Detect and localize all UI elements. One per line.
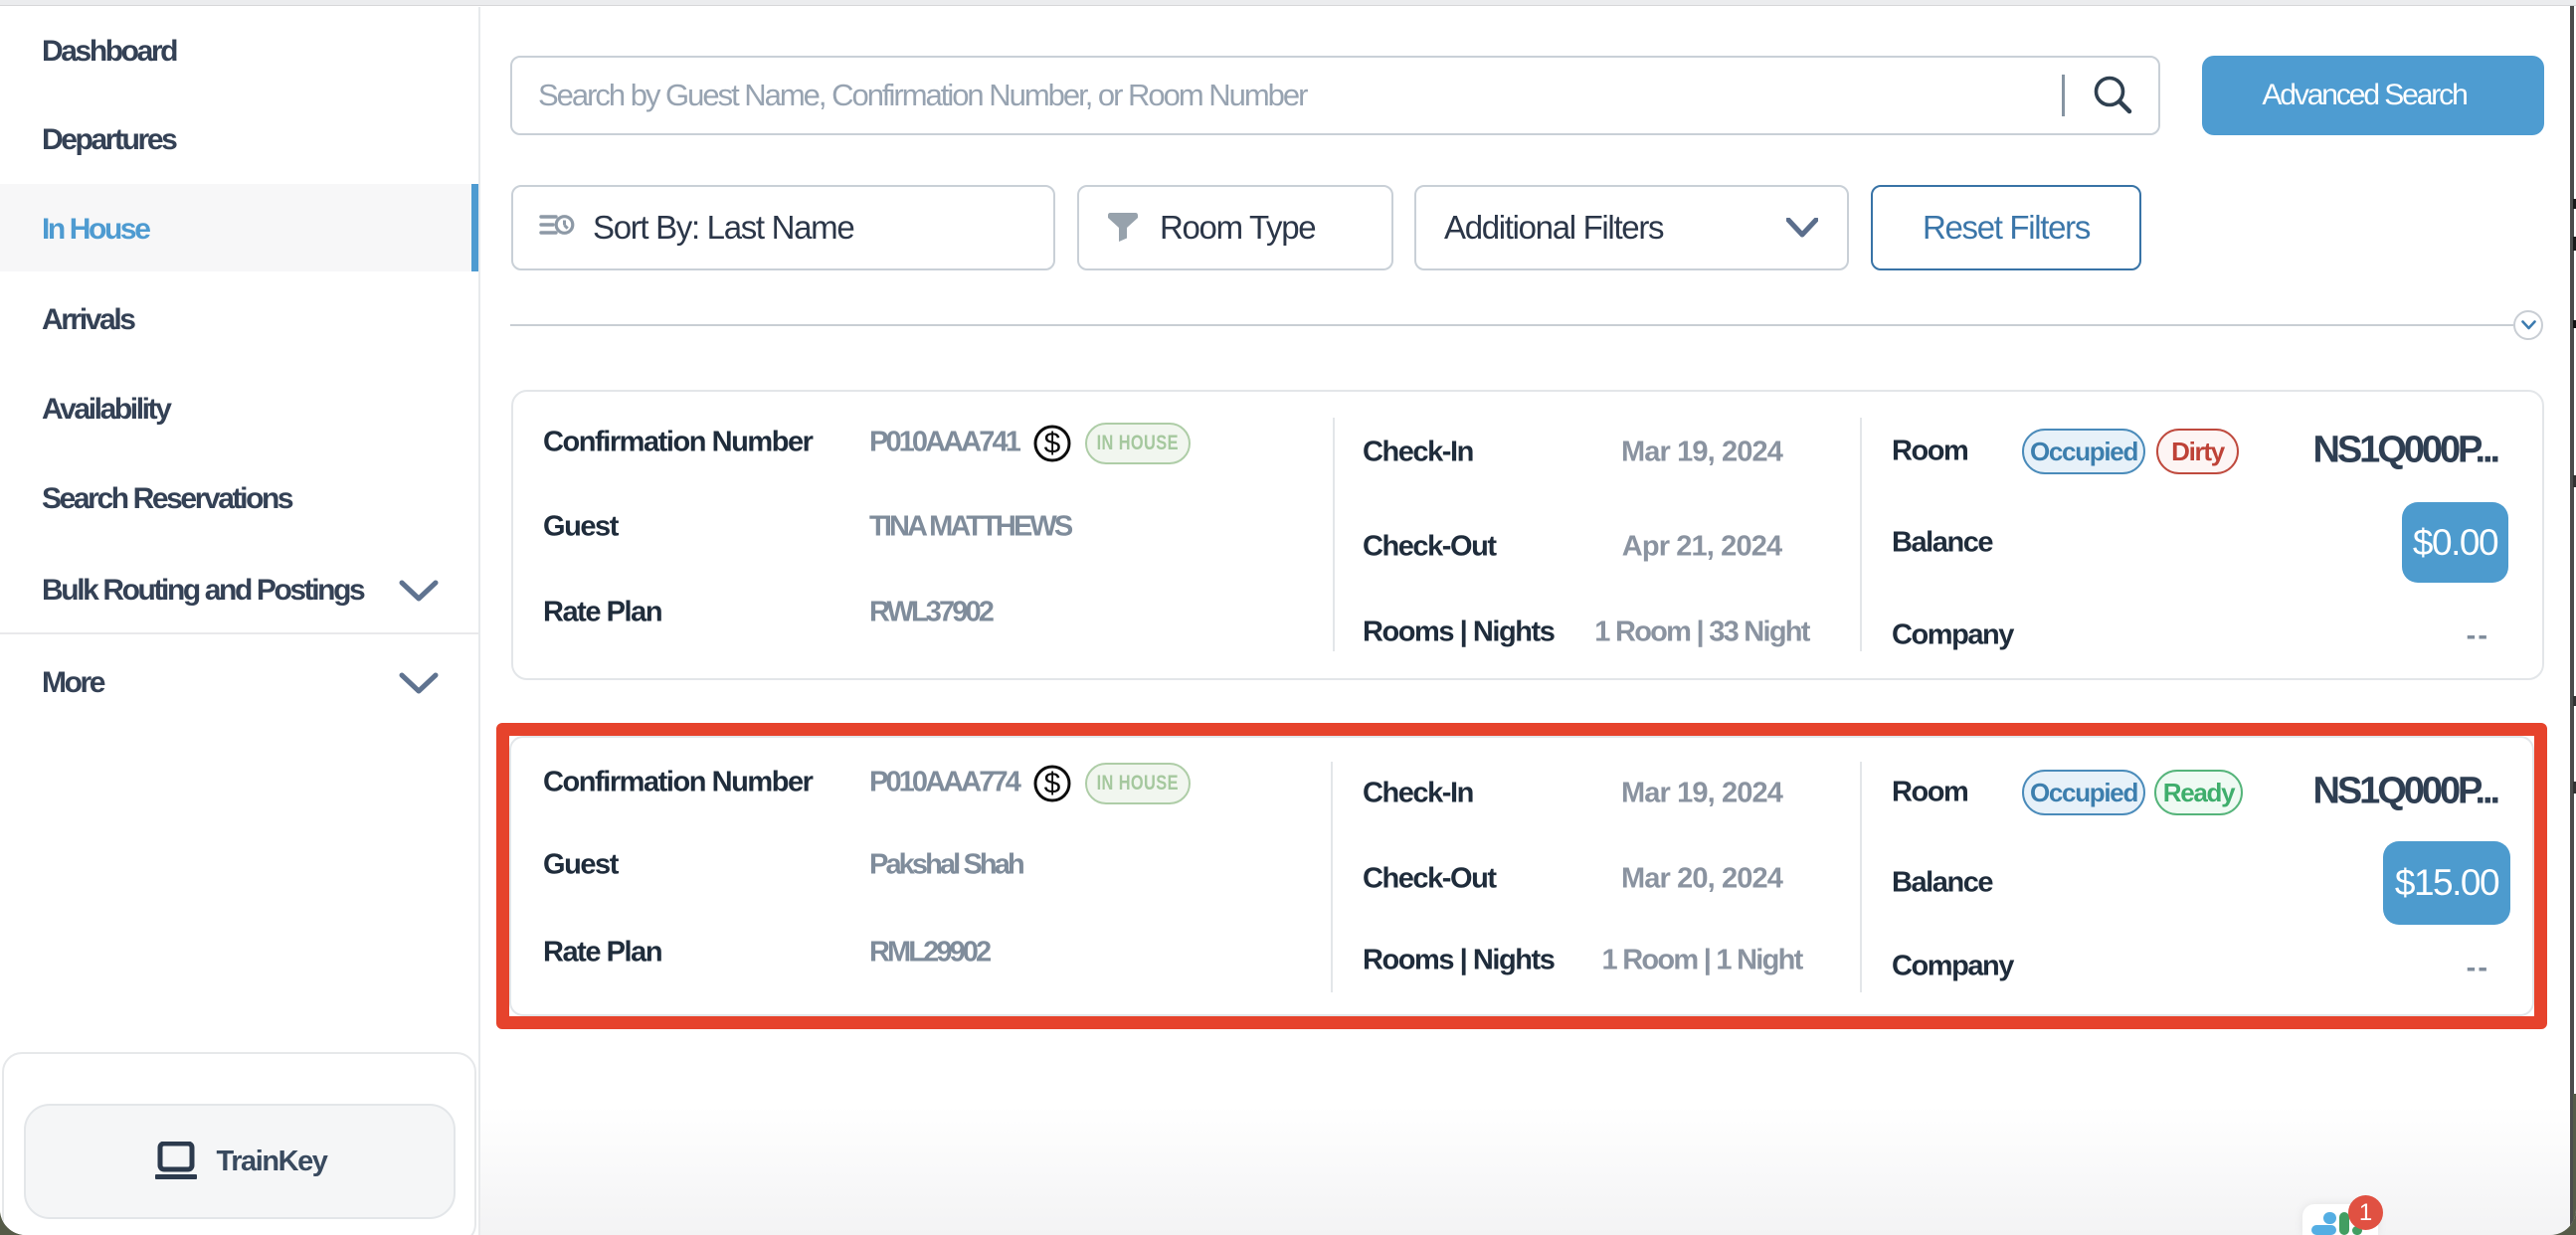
svg-text:$: $ [1044, 768, 1061, 800]
svg-text:$: $ [1044, 428, 1061, 460]
